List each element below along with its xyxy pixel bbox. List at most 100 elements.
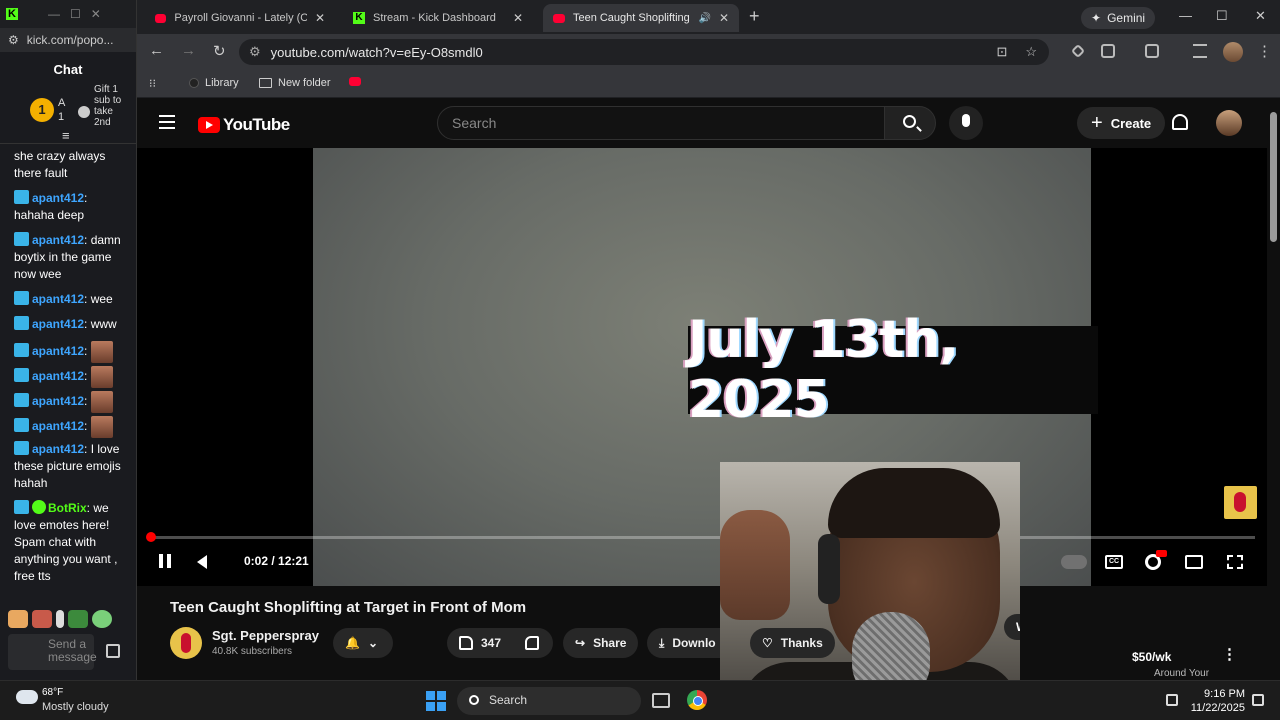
channel-avatar[interactable] [170, 627, 202, 659]
chat-username[interactable]: apant412 [32, 369, 84, 383]
emote-icon[interactable] [8, 610, 28, 628]
chat-username[interactable]: apant412 [32, 344, 84, 358]
video-player[interactable]: July 13th, 2025 0:02 / 12:21 CC [137, 148, 1267, 586]
chat-username[interactable]: apant412 [32, 442, 84, 456]
chat-username[interactable]: apant412 [32, 317, 84, 331]
send-icon[interactable] [106, 644, 120, 658]
back-icon[interactable]: ← [149, 42, 164, 59]
thanks-button[interactable]: ♡ Thanks [750, 628, 835, 658]
start-button[interactable] [426, 691, 446, 711]
maximize-icon[interactable]: ☐ [1216, 8, 1228, 24]
task-view-icon[interactable] [652, 693, 670, 708]
volume-icon[interactable] [197, 555, 207, 569]
forward-icon[interactable]: → [181, 42, 196, 59]
collapse-menu-icon[interactable]: ≡ [62, 128, 70, 143]
tab-teen-caught[interactable]: Teen Caught Shoplifting at 🔊 ✕ [543, 4, 739, 32]
more-menu-icon[interactable]: ⋮ [1257, 42, 1272, 60]
chat-username[interactable]: apant412 [32, 419, 84, 433]
emote-icon[interactable] [56, 610, 64, 628]
tab-close-icon[interactable]: ✕ [719, 11, 729, 25]
taskbar-clock[interactable]: 9:16 PM 11/22/2025 [1190, 687, 1245, 715]
captions-icon[interactable]: CC [1105, 555, 1123, 569]
taskbar-search[interactable]: Search [457, 687, 641, 715]
chat-popout-window: K — ☐ ✕ ⚙ kick.com/popo... Chat 1 A 1 Gi… [0, 0, 137, 680]
audio-playing-icon[interactable]: 🔊 [698, 13, 710, 24]
channel-name[interactable]: Sgt. Pepperspray [212, 628, 319, 643]
tray-icon[interactable] [1166, 694, 1178, 706]
progress-bar[interactable] [149, 536, 1255, 539]
profile-avatar[interactable] [1223, 42, 1243, 62]
subscription-bell-button[interactable]: 🔔 ⌄ [333, 628, 393, 658]
bookmark-star-icon[interactable]: ☆ [1025, 44, 1037, 60]
chat-emote [91, 416, 114, 438]
tab-kick-dashboard[interactable]: K Stream - Kick Dashboard ✕ [343, 4, 533, 32]
notification-icon[interactable] [1252, 694, 1264, 706]
fullscreen-icon[interactable] [1227, 555, 1243, 569]
create-button[interactable]: + Create [1077, 107, 1166, 139]
chat-username[interactable]: apant412 [32, 233, 84, 247]
chat-url-bar[interactable]: ⚙ kick.com/popo... [0, 28, 136, 52]
extension-diamond-icon[interactable] [1070, 43, 1086, 59]
weather-temperature[interactable]: 68°F [42, 687, 63, 698]
tab-search-icon[interactable] [1145, 44, 1159, 58]
new-tab-button[interactable]: + [749, 6, 760, 27]
voice-search-button[interactable] [949, 106, 983, 140]
apps-grid-icon[interactable]: ⁝⁝ [149, 77, 156, 90]
close-icon[interactable]: ✕ [1255, 8, 1266, 24]
more-options-icon[interactable]: ⋮ [1222, 647, 1237, 662]
emote-icon[interactable] [68, 610, 88, 628]
minimize-icon[interactable]: — [1179, 8, 1192, 23]
channel-watermark[interactable] [1224, 486, 1257, 519]
chevron-down-icon: ⌄ [367, 636, 379, 650]
chat-message-input[interactable]: Send a message [8, 634, 97, 670]
youtube-logo[interactable]: YouTube [198, 115, 290, 135]
theater-mode-icon[interactable] [1185, 555, 1203, 569]
share-button[interactable]: ↪ Share [563, 628, 639, 658]
search-input[interactable]: Search [437, 106, 885, 140]
close-icon[interactable]: ✕ [91, 7, 101, 21]
dislike-icon[interactable] [525, 636, 540, 650]
bookmark-youtube[interactable] [349, 77, 361, 86]
notifications-bell-icon[interactable] [1172, 114, 1188, 130]
weather-condition[interactable]: Mostly cloudy [42, 701, 109, 713]
gemini-button[interactable]: ✦ Gemini [1081, 7, 1156, 29]
gift-sub-text[interactable]: Gift 1 sub to take 2nd [94, 84, 128, 128]
headphones [818, 534, 840, 604]
cloud-icon[interactable] [16, 690, 38, 704]
minimize-icon[interactable]: — [48, 7, 60, 21]
chat-message: apant412: www [14, 316, 126, 333]
like-count[interactable]: 347 [481, 636, 501, 650]
bookmark-new-folder[interactable]: New folder [259, 77, 331, 89]
maximize-icon[interactable]: ☐ [70, 7, 81, 21]
bookmark-library[interactable]: Library [189, 77, 239, 89]
tab-close-icon[interactable]: ✕ [513, 11, 523, 25]
autoplay-toggle[interactable] [1061, 555, 1087, 569]
search-button[interactable] [884, 106, 936, 140]
pinned-gift-leaderboard[interactable]: 1 A 1 Gift 1 sub to take 2nd ≡ [0, 84, 136, 144]
chat-username[interactable]: apant412 [32, 394, 84, 408]
chat-username[interactable]: apant412 [32, 292, 84, 306]
like-icon[interactable] [459, 636, 473, 650]
page-scrollbar[interactable] [1267, 98, 1280, 680]
thanks-label: Thanks [780, 636, 823, 650]
emote-icon[interactable] [32, 610, 52, 628]
chrome-taskbar-icon[interactable] [687, 690, 707, 710]
chat-username[interactable]: apant412 [32, 191, 84, 205]
account-avatar[interactable] [1216, 110, 1242, 136]
scrubber-handle[interactable] [146, 532, 156, 542]
media-control-icon[interactable] [1193, 44, 1207, 58]
tab-close-icon[interactable]: ✕ [315, 11, 325, 25]
reload-icon[interactable]: ↻ [213, 42, 226, 60]
install-app-icon[interactable]: ⊡ [996, 44, 1007, 60]
scrollbar-thumb[interactable] [1270, 112, 1277, 242]
pause-icon[interactable] [159, 554, 171, 568]
chat-username[interactable]: BotRix [48, 501, 87, 515]
extensions-icon[interactable] [1101, 44, 1115, 58]
tab-payroll[interactable]: Payroll Giovanni - Lately (Offici ✕ [145, 4, 335, 32]
address-bar[interactable]: ⚙ youtube.com/watch?v=eEy-O8smdl0 ⊡ ☆ [239, 39, 1049, 65]
site-info-icon[interactable]: ⚙ [249, 44, 261, 60]
menu-icon[interactable] [159, 115, 175, 129]
user-badge-icon [14, 418, 29, 433]
site-settings-icon[interactable]: ⚙ [8, 33, 19, 47]
emote-icon[interactable] [92, 610, 112, 628]
